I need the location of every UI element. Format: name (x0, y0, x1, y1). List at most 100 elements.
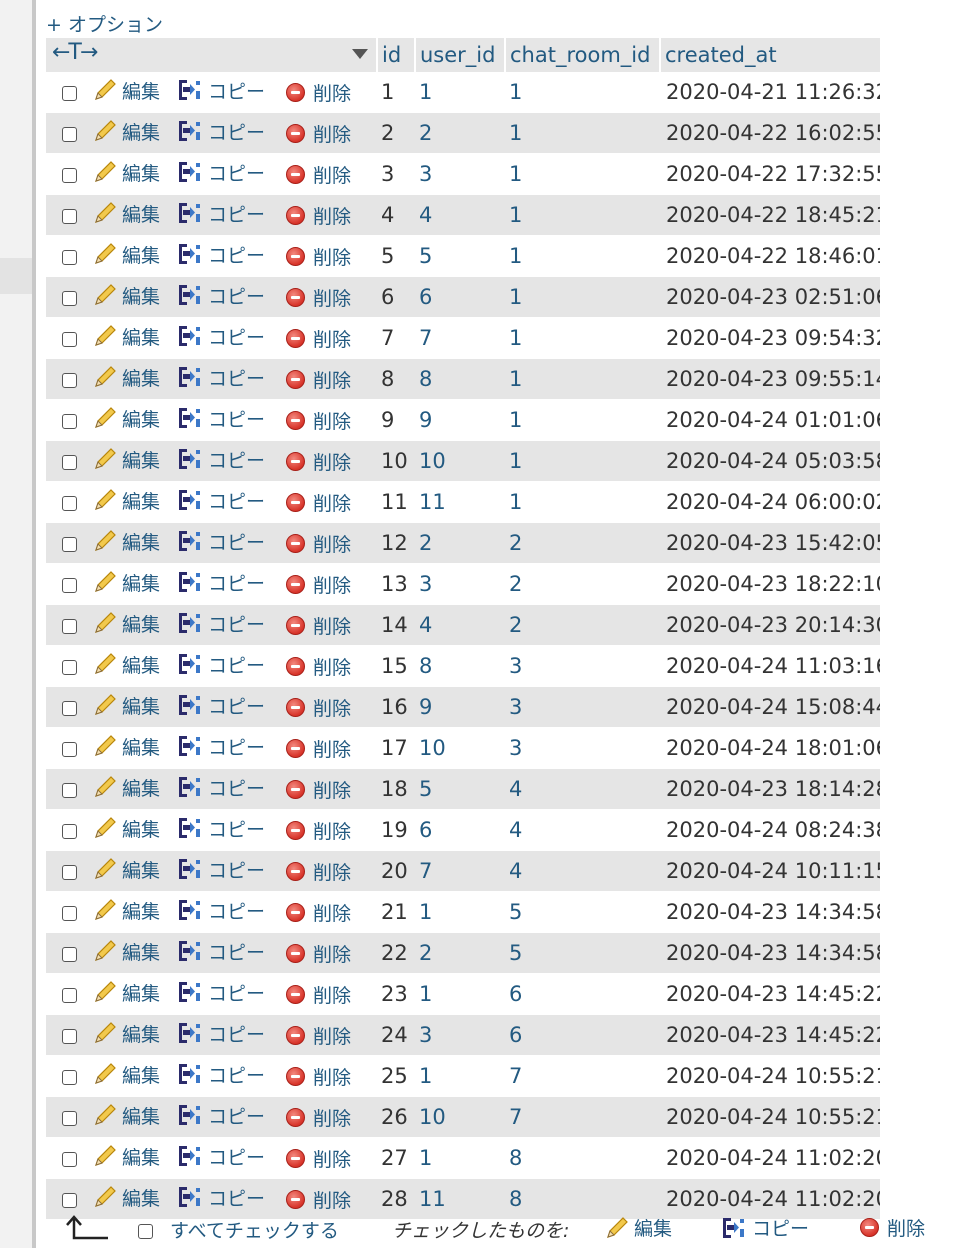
delete-button[interactable]: 削除 (286, 284, 351, 311)
cell-user-id[interactable]: 2 (415, 522, 505, 564)
copy-button[interactable]: コピー (178, 815, 265, 842)
edit-button[interactable]: 編集 (92, 979, 160, 1006)
row-checkbox[interactable] (61, 823, 77, 839)
cell-user-id[interactable]: 5 (415, 768, 505, 810)
check-all-checkbox[interactable] (138, 1224, 153, 1239)
column-header-user-id[interactable]: user_id (415, 38, 506, 72)
edit-button[interactable]: 編集 (92, 1020, 160, 1047)
cell-id[interactable]: 17 (377, 727, 415, 769)
delete-button[interactable]: 削除 (286, 79, 351, 106)
cell-created-at[interactable]: 2020-04-23 18:22:10 (660, 563, 880, 605)
cell-id[interactable]: 6 (377, 276, 415, 318)
row-checkbox[interactable] (61, 413, 77, 429)
row-checkbox[interactable] (61, 618, 77, 634)
cell-id[interactable]: 11 (377, 481, 415, 523)
copy-button[interactable]: コピー (178, 856, 265, 883)
options-link[interactable]: + オプション (46, 10, 163, 37)
cell-created-at[interactable]: 2020-04-24 11:03:16 (660, 645, 880, 687)
cell-created-at[interactable]: 2020-04-21 11:26:32 (660, 72, 880, 113)
edit-button[interactable]: 編集 (92, 856, 160, 883)
cell-id[interactable]: 22 (377, 932, 415, 974)
delete-button[interactable]: 削除 (286, 612, 351, 639)
cell-id[interactable]: 19 (377, 809, 415, 851)
cell-chat-room-id[interactable]: 1 (505, 153, 660, 195)
cell-user-id[interactable]: 1 (415, 973, 505, 1015)
edit-button[interactable]: 編集 (92, 1184, 160, 1211)
cell-chat-room-id[interactable]: 6 (505, 1014, 660, 1056)
copy-button[interactable]: コピー (178, 692, 265, 719)
row-checkbox[interactable] (61, 659, 77, 675)
edit-button[interactable]: 編集 (92, 1102, 160, 1129)
edit-button[interactable]: 編集 (92, 651, 160, 678)
cell-user-id[interactable]: 3 (415, 1014, 505, 1056)
row-checkbox[interactable] (61, 946, 77, 962)
cell-id[interactable]: 24 (377, 1014, 415, 1056)
row-checkbox[interactable] (61, 1069, 77, 1085)
cell-id[interactable]: 21 (377, 891, 415, 933)
cell-user-id[interactable]: 10 (415, 727, 505, 769)
cell-user-id[interactable]: 1 (415, 1055, 505, 1097)
cell-id[interactable]: 14 (377, 604, 415, 646)
cell-id[interactable]: 18 (377, 768, 415, 810)
cell-created-at[interactable]: 2020-04-23 02:51:06 (660, 276, 880, 318)
cell-created-at[interactable]: 2020-04-23 09:55:14 (660, 358, 880, 400)
copy-button[interactable]: コピー (178, 282, 265, 309)
check-all-link[interactable]: すべてチェックする (170, 1216, 339, 1243)
column-header-created-at[interactable]: created_at (660, 38, 880, 72)
cell-chat-room-id[interactable]: 1 (505, 235, 660, 277)
bulk-edit-button[interactable]: 編集 (604, 1214, 672, 1241)
cell-id[interactable]: 2 (377, 112, 415, 154)
cell-id[interactable]: 4 (377, 194, 415, 236)
cell-chat-room-id[interactable]: 4 (505, 850, 660, 892)
copy-button[interactable]: コピー (178, 487, 265, 514)
cell-chat-room-id[interactable]: 7 (505, 1055, 660, 1097)
edit-button[interactable]: 編集 (92, 1061, 160, 1088)
cell-id[interactable]: 9 (377, 399, 415, 441)
row-checkbox[interactable] (61, 1028, 77, 1044)
cell-chat-room-id[interactable]: 8 (505, 1137, 660, 1179)
delete-button[interactable]: 削除 (286, 448, 351, 475)
delete-button[interactable]: 削除 (286, 817, 351, 844)
cell-id[interactable]: 26 (377, 1096, 415, 1138)
cell-chat-room-id[interactable]: 2 (505, 563, 660, 605)
row-checkbox[interactable] (61, 864, 77, 880)
edit-button[interactable]: 編集 (92, 569, 160, 596)
cell-user-id[interactable]: 1 (415, 891, 505, 933)
cell-created-at[interactable]: 2020-04-24 01:01:06 (660, 399, 880, 441)
delete-button[interactable]: 削除 (286, 776, 351, 803)
copy-button[interactable]: コピー (178, 323, 265, 350)
column-header-id[interactable]: id (377, 38, 416, 72)
cell-user-id[interactable]: 8 (415, 358, 505, 400)
cell-user-id[interactable]: 2 (415, 112, 505, 154)
column-header-chat-room-id[interactable]: chat_room_id (505, 38, 661, 72)
row-checkbox[interactable] (61, 782, 77, 798)
copy-button[interactable]: コピー (178, 241, 265, 268)
cell-created-at[interactable]: 2020-04-23 14:45:22 (660, 1014, 880, 1056)
cell-id[interactable]: 12 (377, 522, 415, 564)
cell-user-id[interactable]: 1 (415, 1137, 505, 1179)
edit-button[interactable]: 編集 (92, 323, 160, 350)
cell-chat-room-id[interactable]: 2 (505, 604, 660, 646)
bulk-copy-button[interactable]: コピー (722, 1214, 809, 1241)
cell-chat-room-id[interactable]: 5 (505, 891, 660, 933)
edit-button[interactable]: 編集 (92, 200, 160, 227)
copy-button[interactable]: コピー (178, 651, 265, 678)
copy-button[interactable]: コピー (178, 528, 265, 555)
cell-chat-room-id[interactable]: 4 (505, 809, 660, 851)
copy-button[interactable]: コピー (178, 610, 265, 637)
cell-created-at[interactable]: 2020-04-23 14:45:22 (660, 973, 880, 1015)
copy-button[interactable]: コピー (178, 200, 265, 227)
row-checkbox[interactable] (61, 987, 77, 1003)
cell-chat-room-id[interactable]: 1 (505, 72, 660, 113)
bulk-delete-button[interactable]: 削除 (860, 1214, 925, 1241)
copy-button[interactable]: コピー (178, 77, 265, 104)
cell-id[interactable]: 13 (377, 563, 415, 605)
copy-button[interactable]: コピー (178, 1020, 265, 1047)
edit-button[interactable]: 編集 (92, 692, 160, 719)
edit-button[interactable]: 編集 (92, 774, 160, 801)
copy-button[interactable]: コピー (178, 774, 265, 801)
cell-chat-room-id[interactable]: 1 (505, 399, 660, 441)
delete-button[interactable]: 削除 (286, 899, 351, 926)
cell-created-at[interactable]: 2020-04-24 05:03:58 (660, 440, 880, 482)
cell-created-at[interactable]: 2020-04-22 16:02:55 (660, 112, 880, 154)
